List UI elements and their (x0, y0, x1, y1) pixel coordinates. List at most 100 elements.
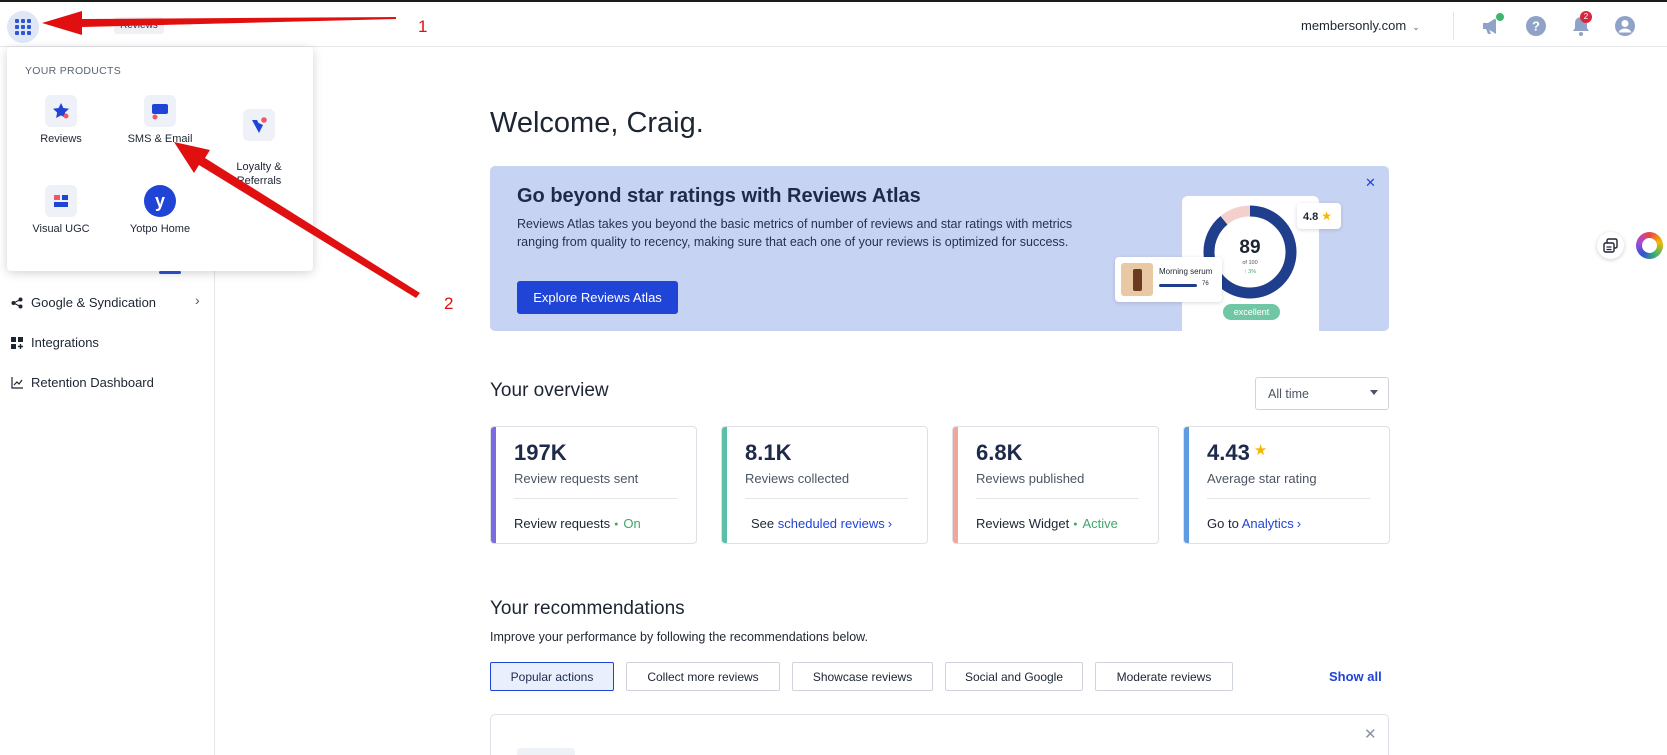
stat-value: 6.8K (976, 440, 1023, 465)
banner-title: Go beyond star ratings with Reviews Atla… (517, 185, 921, 207)
status-active: Active (1069, 516, 1118, 531)
store-switcher[interactable]: membersonly.com ⌄ (1301, 18, 1420, 33)
close-icon[interactable]: ✕ (1365, 175, 1376, 191)
bottle-icon (1133, 269, 1142, 291)
annotation-label-1: 1 (418, 17, 428, 36)
chart-line-icon (11, 376, 23, 389)
sidebar-item-label: Google & Syndication (31, 295, 157, 310)
footer-text: Review requests (514, 516, 611, 531)
divider (1207, 498, 1370, 499)
product-chip: Morning serum 76 (1115, 257, 1222, 302)
chat-icon (144, 95, 176, 127)
card-accent (1184, 427, 1189, 543)
user-avatar-icon[interactable] (1613, 14, 1637, 38)
stat-label: Reviews published (976, 471, 1085, 486)
product-label: Loyalty & Referrals (236, 161, 282, 187)
timeframe-value: All time (1268, 387, 1309, 401)
share-icon (11, 297, 23, 308)
product-visual-ugc[interactable]: Visual UGC (15, 185, 107, 236)
analytics-link[interactable]: Analytics (1242, 516, 1294, 531)
banner-body: Reviews Atlas takes you beyond the basic… (517, 217, 1073, 249)
recommendations-title: Your recommendations (490, 598, 685, 619)
footer-text: See (751, 516, 775, 531)
stat-footer: Go to Analytics › (1207, 516, 1301, 531)
timeframe-select[interactable]: All time (1255, 377, 1389, 410)
help-icon[interactable]: ? (1524, 14, 1548, 38)
svg-text:?: ? (1532, 19, 1540, 34)
apps-grid-icon (15, 19, 31, 35)
floating-tools-button[interactable] (1597, 232, 1624, 259)
product-label: Reviews (40, 133, 82, 145)
close-icon[interactable]: ✕ (1364, 725, 1377, 743)
stat-footer: See scheduled reviews › (751, 516, 892, 531)
card-accent (722, 427, 727, 543)
sidebar-item-integrations[interactable]: Integrations (11, 335, 99, 350)
sidebar-item-retention-dashboard[interactable]: Retention Dashboard (11, 375, 154, 390)
product-sms-email[interactable]: SMS & Email (114, 95, 206, 146)
product-label: Visual UGC (32, 223, 90, 235)
products-menu: YOUR PRODUCTS Reviews SMS & Email Loyalt… (7, 47, 313, 271)
stat-value: 4.43 ★ (1207, 440, 1267, 466)
yotpo-logo-icon: y (144, 185, 176, 217)
product-yotpo-home[interactable]: y Yotpo Home (114, 185, 206, 236)
scheduled-reviews-link[interactable]: scheduled reviews (778, 516, 885, 531)
rating-chip: 4.8 ★ (1297, 203, 1341, 229)
caret-down-icon (1370, 390, 1378, 395)
product-label: SMS & Email (127, 133, 193, 145)
chip-collect-more-reviews[interactable]: Collect more reviews (626, 662, 780, 691)
stat-footer[interactable]: Reviews WidgetActive (976, 516, 1118, 531)
star-icon (45, 95, 77, 127)
sidebar-item-google-syndication[interactable]: Google & Syndication (11, 295, 156, 310)
rating-number: 4.43 (1207, 440, 1250, 465)
stat-value: 197K (514, 440, 567, 465)
stat-label: Reviews collected (745, 471, 850, 486)
overview-title: Your overview (490, 380, 609, 401)
announcement-dot (1495, 12, 1505, 22)
stat-label: Review requests sent (514, 471, 639, 486)
chip-popular-actions[interactable]: Popular actions (490, 662, 614, 691)
reviews-atlas-banner: Go beyond star ratings with Reviews Atla… (490, 166, 1389, 331)
divider (1453, 12, 1454, 40)
show-all-link[interactable]: Show all (1329, 669, 1382, 684)
stat-card-average-rating: 4.43 ★ Average star rating Go to Analytic… (1183, 426, 1390, 544)
products-menu-title: YOUR PRODUCTS (25, 65, 122, 77)
top-bar: Reviews membersonly.com ⌄ ? 2 (0, 0, 1667, 47)
score-delta: ↑ 3% (1244, 269, 1256, 275)
grid-plus-icon (11, 336, 23, 349)
divider (976, 498, 1139, 499)
stat-card-reviews-published: 6.8K Reviews published Reviews WidgetAct… (952, 426, 1159, 544)
stat-card-review-requests: 197K Review requests sent Review request… (490, 426, 697, 544)
chip-showcase-reviews[interactable]: Showcase reviews (792, 662, 933, 691)
chevron-right-icon: › (887, 516, 893, 531)
star-icon: ★ (1253, 442, 1268, 459)
ugc-icon (45, 185, 77, 217)
sidebar-badge (159, 271, 181, 274)
assistant-logo-icon[interactable] (1636, 232, 1663, 259)
rating-value: 4.8 (1303, 211, 1319, 223)
footer-text: Go to (1207, 516, 1239, 531)
divider (745, 498, 908, 499)
stat-footer[interactable]: Review requestsOn (514, 516, 641, 531)
product-score-bar (1159, 284, 1197, 287)
product-tag: Reviews (114, 17, 164, 34)
product-loyalty-referrals[interactable]: Loyalty & Referrals (213, 95, 305, 202)
page-title: Welcome, Craig. (490, 107, 704, 139)
product-label: Yotpo Home (129, 223, 191, 235)
annotation-label-2: 2 (444, 294, 454, 313)
status-on: On (610, 516, 641, 531)
product-score: 76 (1202, 281, 1209, 287)
card-accent (491, 427, 496, 543)
score-value: 89 (1239, 237, 1260, 258)
footer-text: Reviews Widget (976, 516, 1070, 531)
grade-pill: excellent (1223, 304, 1280, 320)
score-sub: of 100 (1242, 260, 1257, 266)
product-reviews[interactable]: Reviews (15, 95, 107, 146)
stat-card-reviews-collected: 8.1K Reviews collected See scheduled rev… (721, 426, 928, 544)
notification-badge: 2 (1580, 11, 1592, 23)
loyalty-icon (243, 109, 275, 141)
star-icon: ★ (1321, 209, 1333, 223)
chip-social-and-google[interactable]: Social and Google (945, 662, 1083, 691)
explore-reviews-atlas-button[interactable]: Explore Reviews Atlas (517, 281, 678, 314)
apps-grid-button[interactable] (7, 11, 39, 43)
chip-moderate-reviews[interactable]: Moderate reviews (1095, 662, 1233, 691)
